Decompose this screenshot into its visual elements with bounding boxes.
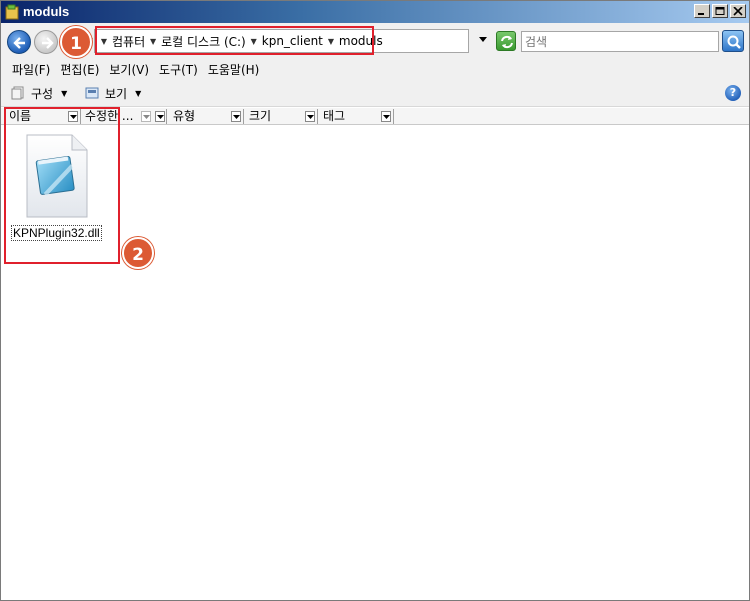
search-icon [727, 35, 741, 49]
refresh-icon [501, 35, 513, 49]
arrow-right-icon [42, 37, 54, 49]
organize-label: 구성 [31, 86, 54, 101]
minimize-icon [698, 13, 704, 15]
address-dropdown-icon[interactable] [479, 37, 487, 42]
help-button[interactable]: ? [725, 85, 741, 101]
views-label: 보기 [105, 86, 128, 101]
organize-button[interactable]: 구성 ▼ [11, 84, 67, 102]
column-tags-filter-icon[interactable] [381, 111, 391, 122]
title-bar[interactable]: moduls [1, 1, 749, 23]
window-title: moduls [23, 4, 70, 19]
folder-icon [5, 4, 19, 20]
column-divider[interactable] [393, 109, 394, 124]
forward-button[interactable] [34, 30, 58, 54]
menu-tools[interactable]: 도구(T) [154, 61, 203, 78]
column-size-filter-icon[interactable] [305, 111, 315, 122]
menu-bar: 파일(F) 편집(E) 보기(V) 도구(T) 도움말(H) [1, 59, 749, 79]
annotation-highlight-1 [95, 26, 374, 55]
organize-icon [11, 86, 24, 100]
menu-file[interactable]: 파일(F) [7, 61, 55, 78]
annotation-badge-2: 2 [122, 237, 154, 269]
close-icon [733, 7, 743, 16]
views-button[interactable]: 보기 ▼ [85, 84, 141, 102]
column-divider[interactable] [166, 109, 167, 124]
chevron-down-icon: ▼ [61, 88, 68, 98]
column-sort-icon[interactable] [155, 111, 165, 122]
column-type-filter-icon[interactable] [231, 111, 241, 122]
chevron-down-icon: ▼ [135, 88, 142, 98]
column-type[interactable]: 유형 [169, 108, 229, 125]
search-field[interactable] [521, 31, 719, 52]
column-modified-filter-icon[interactable] [141, 111, 151, 122]
menu-view[interactable]: 보기(V) [104, 61, 154, 78]
close-button[interactable] [730, 4, 746, 18]
views-icon [85, 87, 99, 99]
maximize-icon [715, 7, 725, 15]
search-button[interactable] [722, 30, 744, 52]
refresh-button[interactable] [496, 31, 516, 51]
menu-help[interactable]: 도움말(H) [203, 61, 265, 78]
explorer-window: moduls ▼ 컴퓨터 ▼ 로컬 디스크 (C:) ▼ kpn_client … [0, 0, 750, 601]
maximize-button[interactable] [712, 4, 728, 18]
annotation-badge-1: 1 [60, 26, 92, 58]
search-input[interactable] [522, 32, 718, 51]
back-button[interactable] [7, 30, 31, 54]
column-size[interactable]: 크기 [245, 108, 303, 125]
arrow-left-icon [13, 37, 25, 49]
column-divider[interactable] [317, 109, 318, 124]
command-toolbar: 구성 ▼ 보기 ▼ ? [1, 79, 749, 107]
menu-edit[interactable]: 편집(E) [55, 61, 104, 78]
column-tags[interactable]: 태그 [319, 108, 379, 125]
minimize-button[interactable] [694, 4, 710, 18]
column-divider[interactable] [243, 109, 244, 124]
annotation-highlight-2 [4, 107, 120, 264]
